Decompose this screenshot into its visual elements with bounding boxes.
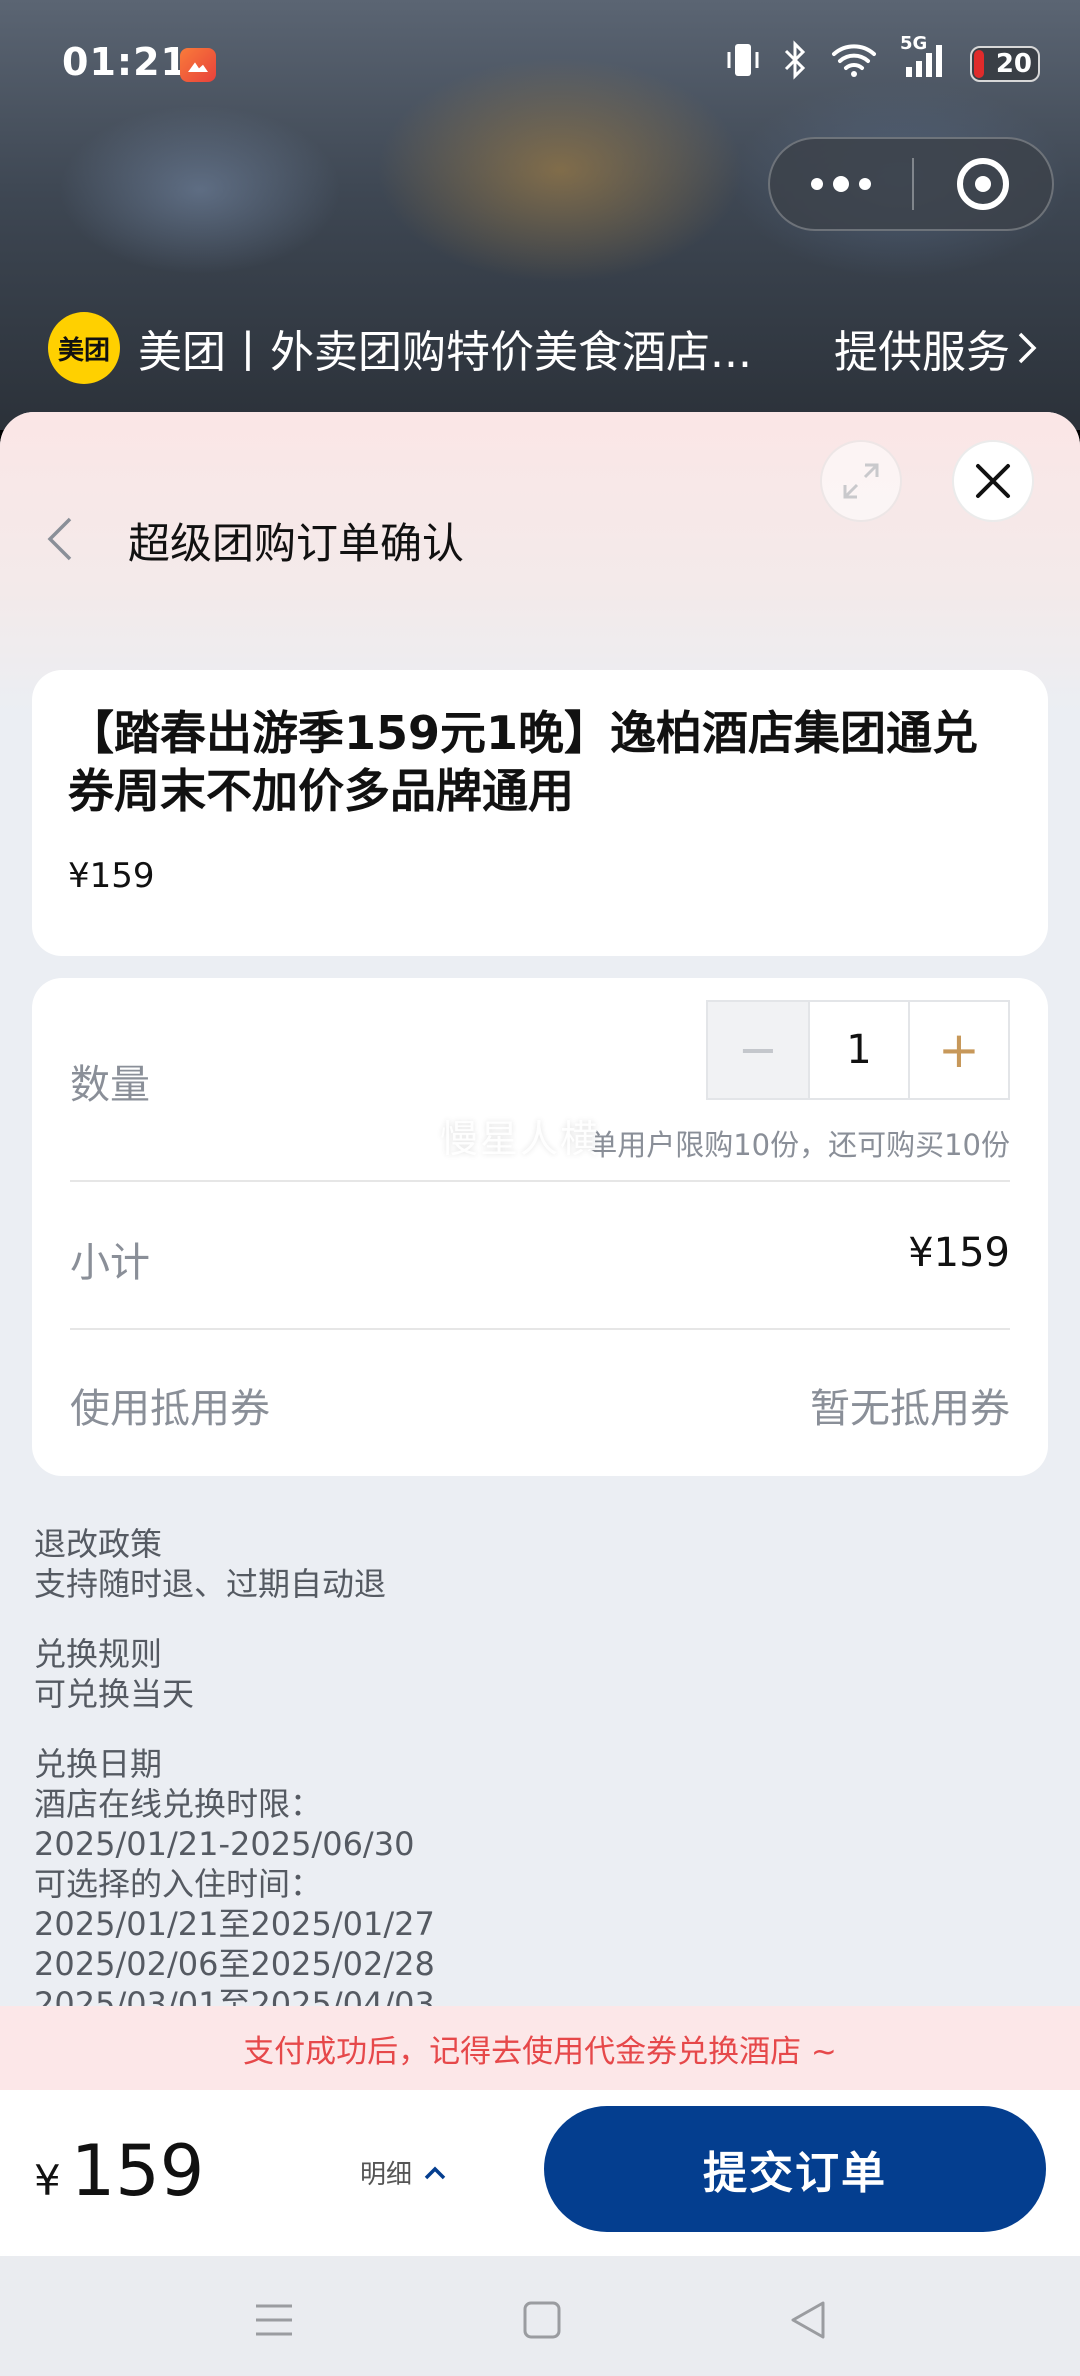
product-title: 【踏春出游季159元1晚】逸柏酒店集团通兑券周末不加价多品牌通用: [68, 706, 979, 818]
exchange-dates: 兑换日期 酒店在线兑换时限： 2025/01/21-2025/06/30 可选择…: [34, 1744, 1044, 2024]
order-details-card: 数量 − 1 + 单用户限购10份，还可购买10份 慢星人横 小计 ¥159 使…: [32, 978, 1048, 1476]
mini-program-capsule: [768, 137, 1054, 231]
refund-policy-text: 支持随时退、过期自动退: [34, 1565, 387, 1603]
mini-program-name: 美团丨外卖团购特价美食酒店...: [138, 327, 752, 378]
vibrate-icon: [726, 40, 760, 87]
service-label: 提供服务: [834, 327, 1010, 378]
exchange-rules: 兑换规则 可兑换当天: [34, 1634, 1044, 1714]
purchase-limit-note: 单用户限购10份，还可购买10份: [588, 1128, 1010, 1162]
back-button[interactable]: [30, 504, 90, 574]
exchange-rules-text: 可兑换当天: [34, 1675, 195, 1713]
menu-icon: [256, 2304, 292, 2336]
chevron-left-icon: [47, 517, 72, 561]
target-circle-icon: [957, 158, 1009, 210]
home-nav-button[interactable]: [512, 2292, 572, 2348]
product-card: 【踏春出游季159元1晚】逸柏酒店集团通兑券周末不加价多品牌通用 ¥159: [32, 670, 1048, 956]
system-navigation-bar: [0, 2256, 1080, 2376]
network-label: 5G: [900, 33, 928, 54]
service-provider-link[interactable]: 提供服务: [834, 316, 1038, 380]
back-nav-button[interactable]: [778, 2292, 838, 2348]
wifi-icon: [830, 42, 878, 85]
increase-quantity-button[interactable]: +: [910, 1002, 1008, 1098]
quantity-value[interactable]: 1: [810, 1002, 910, 1098]
currency-symbol: ¥: [34, 2156, 61, 2205]
refund-policy: 退改政策 支持随时退、过期自动退: [34, 1524, 1044, 1604]
page-title: 超级团购订单确认: [128, 519, 465, 568]
more-options-button[interactable]: [770, 139, 912, 229]
quantity-row: 数量 − 1 + 单用户限购10份，还可购买10份 慢星人横: [70, 978, 1010, 1182]
meituan-logo: 美团: [48, 312, 120, 384]
bluetooth-icon: [782, 40, 808, 87]
exchange-dates-title: 兑换日期: [34, 1745, 163, 1783]
chevron-up-icon: [424, 2166, 446, 2179]
more-dot-icon: [859, 178, 871, 190]
order-confirm-sheet: 超级团购订单确认 【踏春出游季159元1晚】逸柏酒店集团通兑券周末不加价多品牌通…: [0, 412, 1080, 2376]
total-price: ¥ 159: [34, 2130, 204, 2212]
checkin-range: 2025/01/21至2025/01/27: [34, 1905, 435, 1943]
checkout-bar: ¥ 159 明细 提交订单: [0, 2090, 1080, 2256]
chevron-right-icon: [1018, 332, 1037, 364]
status-time: 01:21: [62, 40, 188, 84]
detail-label: 明细: [360, 2160, 413, 2190]
payment-notice-bar: 支付成功后，记得去使用代金券兑换酒店 ~: [0, 2006, 1080, 2090]
expand-button[interactable]: [820, 440, 902, 522]
refund-policy-title: 退改政策: [34, 1525, 163, 1563]
policy-section: 退改政策 支持随时退、过期自动退 兑换规则 可兑换当天 兑换日期 酒店在线兑换时…: [34, 1524, 1044, 2054]
exit-mini-program-button[interactable]: [914, 139, 1052, 229]
subtotal-row: 小计 ¥159: [70, 1182, 1010, 1330]
price-detail-toggle[interactable]: 明细: [360, 2154, 446, 2191]
quantity-stepper: − 1 +: [706, 1000, 1010, 1100]
expand-icon: [843, 463, 879, 499]
coupon-row[interactable]: 使用抵用券 暂无抵用券: [70, 1330, 1010, 1474]
total-amount: 159: [70, 2130, 205, 2212]
product-price: ¥159: [68, 856, 155, 896]
checkin-time-label: 可选择的入住时间：: [34, 1865, 323, 1903]
checkin-range: 2025/02/06至2025/02/28: [34, 1945, 435, 1983]
home-square-icon: [523, 2301, 561, 2339]
quantity-label: 数量: [70, 1062, 150, 1108]
coupon-value: 暂无抵用券: [810, 1386, 1010, 1432]
mini-program-info-bar[interactable]: 美团 美团丨外卖团购特价美食酒店... 提供服务: [48, 312, 1038, 384]
decrease-quantity-button[interactable]: −: [708, 1002, 810, 1098]
battery-level: 20: [995, 48, 1032, 79]
gallery-app-icon: [180, 48, 216, 82]
online-exchange-label: 酒店在线兑换时限：: [34, 1785, 323, 1823]
submit-order-button[interactable]: 提交订单: [544, 2106, 1046, 2232]
status-icons: 5G 20: [726, 33, 1040, 87]
battery-icon: 20: [970, 45, 1040, 82]
status-bar: 01:21 5G 20: [0, 0, 1080, 130]
exchange-rules-title: 兑换规则: [34, 1635, 163, 1673]
coupon-label: 使用抵用券: [70, 1386, 270, 1432]
subtotal-label: 小计: [70, 1240, 150, 1286]
close-icon: [976, 464, 1010, 498]
more-dot-icon: [833, 176, 849, 192]
subtotal-value: ¥159: [908, 1230, 1010, 1276]
more-dot-icon: [811, 178, 823, 190]
signal-5g-icon: 5G: [900, 33, 948, 86]
close-button[interactable]: [952, 440, 1034, 522]
menu-nav-button[interactable]: [244, 2292, 304, 2348]
watermark-text: 慢星人横: [440, 1117, 601, 1161]
online-exchange-range: 2025/01/21-2025/06/30: [34, 1825, 415, 1863]
back-triangle-icon: [791, 2301, 825, 2339]
